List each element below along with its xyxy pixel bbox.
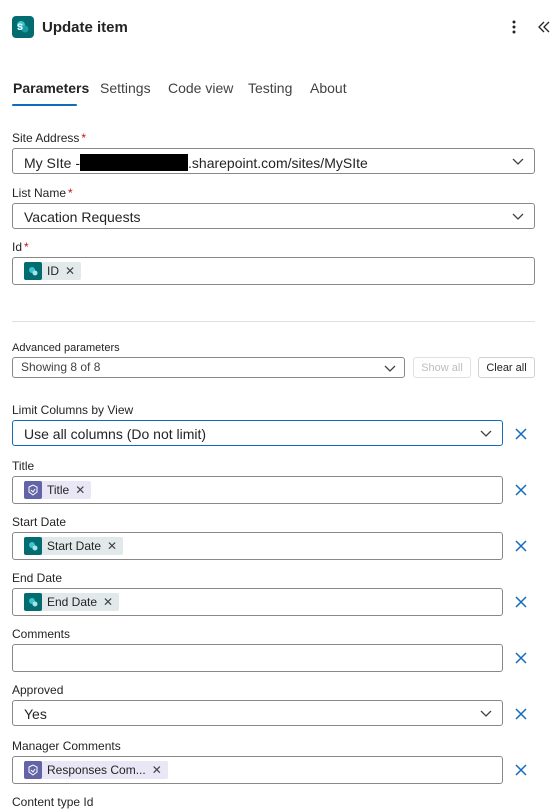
id-input[interactable]: ID ✕ — [12, 257, 535, 285]
site-address-suffix: .sharepoint.com/sites/MySIte — [188, 155, 368, 171]
tab-about[interactable]: About — [310, 80, 347, 96]
manager-comments-token[interactable]: Responses Com... ✕ — [24, 761, 168, 779]
more-vertical-icon[interactable] — [504, 17, 524, 37]
list-name-value: Vacation Requests — [24, 209, 141, 225]
redacted-block — [80, 154, 189, 171]
approved-dropdown[interactable]: Yes — [12, 700, 503, 726]
tab-code-view[interactable]: Code view — [168, 80, 233, 96]
sharepoint-icon — [24, 593, 42, 611]
clear-all-button[interactable]: Clear all — [478, 357, 535, 378]
advanced-parameters-label: Advanced parameters — [12, 342, 120, 354]
advanced-parameters-dropdown[interactable]: Showing 8 of 8 — [12, 357, 405, 378]
chevron-down-icon — [512, 158, 524, 165]
sharepoint-app-icon: S — [12, 16, 34, 38]
content-type-id-label: Content type Id — [12, 795, 94, 809]
manager-comments-label: Manager Comments — [12, 739, 121, 753]
remove-token-icon[interactable]: ✕ — [65, 264, 75, 278]
forms-icon — [24, 761, 42, 779]
site-address-prefix: My SIte - — [24, 155, 81, 171]
manager-comments-input[interactable]: Responses Com... ✕ — [12, 756, 503, 784]
svg-text:S: S — [17, 22, 23, 32]
tab-testing[interactable]: Testing — [248, 80, 292, 96]
title-token[interactable]: Title ✕ — [24, 481, 92, 499]
page-title: Update item — [42, 19, 128, 36]
remove-token-icon[interactable]: ✕ — [152, 763, 162, 777]
list-name-label: List Name * — [12, 186, 73, 200]
chevron-down-icon — [512, 213, 524, 220]
sharepoint-icon — [24, 262, 42, 280]
title-label: Title — [12, 459, 35, 473]
tab-parameters[interactable]: Parameters — [13, 80, 89, 96]
remove-parameter-icon[interactable] — [513, 650, 529, 666]
chevron-down-icon — [480, 710, 492, 717]
start-date-label: Start Date — [12, 515, 67, 529]
divider — [12, 321, 535, 322]
forms-icon — [24, 481, 42, 499]
remove-parameter-icon[interactable] — [513, 706, 529, 722]
limit-columns-dropdown[interactable]: Use all columns (Do not limit) — [12, 420, 503, 446]
chevron-down-icon — [480, 430, 492, 437]
remove-parameter-icon[interactable] — [513, 594, 529, 610]
limit-columns-label: Limit Columns by View — [12, 403, 134, 417]
show-all-button[interactable]: Show all — [413, 357, 471, 378]
start-date-input[interactable]: Start Date ✕ — [12, 532, 503, 560]
tab-settings[interactable]: Settings — [100, 80, 151, 96]
comments-label: Comments — [12, 627, 71, 641]
list-name-dropdown[interactable]: Vacation Requests — [12, 203, 535, 229]
chevron-down-icon — [384, 365, 396, 372]
site-address-dropdown[interactable]: My SIte - .sharepoint.com/sites/MySIte — [12, 148, 535, 174]
remove-token-icon[interactable]: ✕ — [75, 483, 85, 497]
end-date-input[interactable]: End Date ✕ — [12, 588, 503, 616]
end-date-token[interactable]: End Date ✕ — [24, 593, 120, 611]
start-date-token[interactable]: Start Date ✕ — [24, 537, 124, 555]
active-tab-indicator — [12, 104, 77, 106]
remove-parameter-icon[interactable] — [513, 482, 529, 498]
id-label: Id * — [12, 240, 29, 254]
remove-parameter-icon[interactable] — [513, 426, 529, 442]
title-input[interactable]: Title ✕ — [12, 476, 503, 504]
comments-input[interactable] — [12, 644, 503, 672]
site-address-label: Site Address * — [12, 131, 87, 145]
remove-parameter-icon[interactable] — [513, 538, 529, 554]
remove-parameter-icon[interactable] — [513, 762, 529, 778]
end-date-label: End Date — [12, 571, 63, 585]
double-chevron-left-icon[interactable] — [536, 17, 552, 37]
sharepoint-icon — [24, 537, 42, 555]
id-token[interactable]: ID ✕ — [24, 262, 82, 280]
remove-token-icon[interactable]: ✕ — [103, 595, 113, 609]
remove-token-icon[interactable]: ✕ — [107, 539, 117, 553]
approved-label: Approved — [12, 683, 64, 697]
